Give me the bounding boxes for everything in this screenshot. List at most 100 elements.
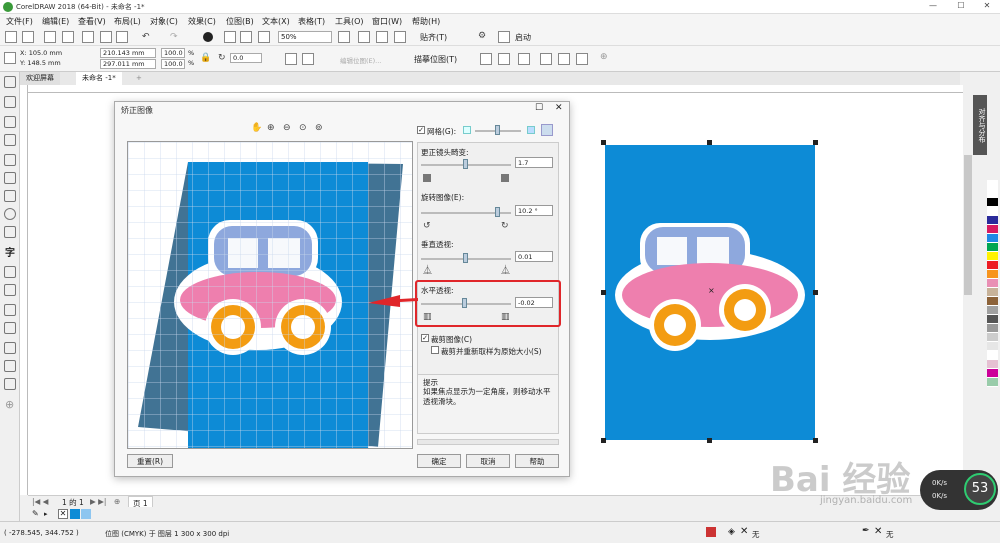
docker-tab-align[interactable]: 对齐与分布 [973, 95, 987, 155]
palette-swatch[interactable] [987, 297, 998, 306]
page-first-icon[interactable]: |◀ ◀ [32, 497, 48, 506]
zoom-in-icon[interactable]: ⊕ [267, 124, 275, 133]
object-origin-icon[interactable] [4, 52, 16, 64]
menu-edit[interactable]: 编辑(E) [42, 16, 69, 27]
palette-swatch[interactable] [987, 261, 998, 270]
open-icon[interactable] [22, 31, 34, 43]
guidelines-icon[interactable] [394, 31, 406, 43]
new-icon[interactable] [5, 31, 17, 43]
unlink-icon[interactable] [576, 53, 588, 65]
pick-tool-icon[interactable] [4, 76, 16, 88]
crop-image-checkbox[interactable]: ✓ [421, 334, 429, 342]
parallel-dimension-icon[interactable] [4, 266, 16, 278]
selection-handle[interactable] [601, 140, 606, 145]
artistic-media-icon[interactable] [4, 172, 16, 184]
palette-arrow-icon[interactable]: ▸ [44, 510, 48, 518]
ok-button[interactable]: 确定 [417, 454, 461, 468]
rotate-field[interactable]: 10.2 ° [515, 205, 553, 216]
selection-handle[interactable] [813, 140, 818, 145]
palette-swatch[interactable] [987, 333, 998, 342]
interactive-fill-icon[interactable] [4, 360, 16, 372]
menu-view[interactable]: 查看(V) [78, 16, 106, 27]
y-position[interactable]: Y: 148.5 mm [20, 59, 61, 67]
copy-icon[interactable] [100, 31, 112, 43]
bitmap-image[interactable]: × [605, 145, 815, 440]
x-position[interactable]: X: 105.0 mm [20, 49, 62, 57]
vertical-perspective-field[interactable]: 0.01 [515, 251, 553, 262]
zoom-level-select[interactable]: 50% [278, 31, 332, 43]
cancel-button[interactable]: 取消 [466, 454, 510, 468]
selection-handle[interactable] [813, 438, 818, 443]
resample-icon[interactable] [498, 53, 510, 65]
export-icon[interactable] [240, 31, 252, 43]
add-tool-icon[interactable]: ⊕ [5, 398, 14, 411]
palette-swatch[interactable] [987, 360, 998, 369]
add-icon[interactable]: ⊕ [600, 53, 608, 62]
swatch-light-blue[interactable] [81, 509, 91, 519]
selection-handle[interactable] [707, 140, 712, 145]
grid-icon[interactable] [376, 31, 388, 43]
menu-object[interactable]: 对象(C) [150, 16, 178, 27]
palette-swatch[interactable] [987, 180, 998, 189]
ellipse-tool-icon[interactable] [4, 208, 16, 220]
application-launcher-icon[interactable] [498, 31, 510, 43]
palette-swatch[interactable] [987, 342, 998, 351]
grid-color-swatch[interactable] [463, 126, 471, 134]
menu-window[interactable]: 窗口(W) [372, 16, 402, 27]
grid-size-thumb[interactable] [495, 125, 500, 135]
page-last-icon[interactable]: ▶ ▶| [90, 497, 106, 506]
menu-help[interactable]: 帮助(H) [412, 16, 440, 27]
rulers-icon[interactable] [358, 31, 370, 43]
menu-layout[interactable]: 布局(L) [114, 16, 141, 27]
eyedropper-small-icon[interactable]: ✎ [32, 509, 39, 518]
wrap-text-icon[interactable] [540, 53, 552, 65]
search-content-icon[interactable] [203, 32, 213, 42]
width-field[interactable]: 210.143 mm [100, 48, 156, 58]
zoom-actual-icon[interactable]: ⊚ [315, 124, 323, 133]
palette-swatch[interactable] [987, 225, 998, 234]
rotate-thumb[interactable] [495, 207, 500, 217]
lens-distortion-thumb[interactable] [463, 159, 468, 169]
palette-swatch[interactable] [987, 198, 998, 207]
transparency-icon[interactable] [4, 322, 16, 334]
no-color-swatch[interactable]: ✕ [58, 509, 68, 519]
palette-swatch[interactable] [987, 306, 998, 315]
menu-text[interactable]: 文本(X) [262, 16, 290, 27]
palette-swatch[interactable] [987, 324, 998, 333]
color-proof-icon[interactable] [706, 527, 716, 537]
palette-swatch[interactable] [987, 207, 998, 216]
shape-tool-icon[interactable] [4, 96, 16, 108]
text-tool-icon[interactable]: 字 [5, 244, 15, 259]
paste-icon[interactable] [116, 31, 128, 43]
horizontal-perspective-field[interactable]: -0.02 [515, 297, 553, 308]
menu-file[interactable]: 文件(F) [6, 16, 33, 27]
mirror-vertical-icon[interactable] [302, 53, 314, 65]
zoom-fit-icon[interactable]: ⊙ [299, 124, 307, 133]
menu-tools[interactable]: 工具(O) [335, 16, 364, 27]
options-gear-icon[interactable]: ⚙ [478, 32, 486, 41]
network-speed-widget[interactable]: 0K/s 0K/s 53 [920, 470, 998, 510]
smart-fill-icon[interactable] [4, 378, 16, 390]
vertical-ruler[interactable] [20, 85, 28, 495]
palette-swatch[interactable] [987, 216, 998, 225]
zoom-out-icon[interactable]: ⊖ [283, 124, 291, 133]
dialog-maximize-icon[interactable]: ☐ [535, 103, 543, 113]
help-button[interactable]: 帮助 [515, 454, 559, 468]
palette-swatch[interactable] [987, 243, 998, 252]
vertical-scrollbar[interactable] [963, 85, 973, 495]
palette-swatch[interactable] [987, 315, 998, 324]
selection-handle[interactable] [601, 290, 606, 295]
palette-swatch[interactable] [987, 252, 998, 261]
add-page-icon[interactable]: ⊕ [114, 497, 120, 506]
palette-swatch[interactable] [987, 351, 998, 360]
full-screen-icon[interactable] [338, 31, 350, 43]
lock-ratio-icon[interactable]: 🔒 [200, 54, 211, 63]
horizontal-perspective-thumb[interactable] [462, 298, 467, 308]
bitmap-color-mask-icon[interactable] [518, 53, 530, 65]
selection-handle[interactable] [707, 438, 712, 443]
crop-resample-checkbox[interactable] [431, 346, 439, 354]
selection-handle[interactable] [813, 290, 818, 295]
height-field[interactable]: 297.011 mm [100, 59, 156, 69]
rectangle-tool-icon[interactable] [4, 190, 16, 202]
grid-color-picker[interactable] [541, 124, 553, 136]
